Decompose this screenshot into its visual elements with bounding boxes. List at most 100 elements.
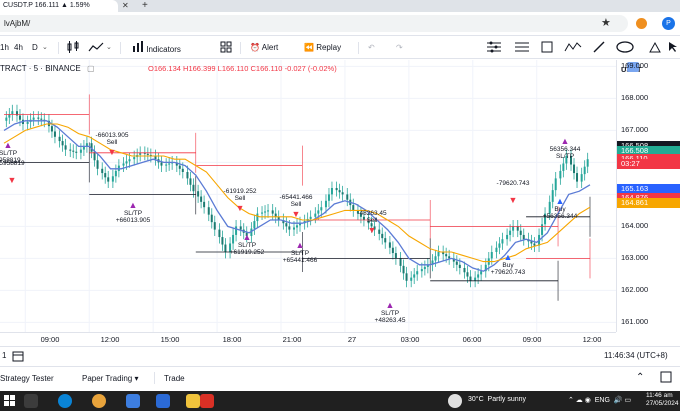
trade-annotation-sell[interactable]: -61919.252 Sell (224, 188, 257, 202)
goto-date-icon[interactable] (12, 350, 24, 364)
sell-arrow-icon[interactable]: ▼ (8, 176, 17, 185)
pattern-icon[interactable] (564, 41, 582, 58)
buy-arrow-icon[interactable]: ▲ (296, 241, 305, 250)
extension-icon[interactable] (636, 18, 647, 29)
candle-body (506, 234, 509, 240)
collapse-panel-icon[interactable]: ⌃ (636, 372, 644, 383)
indicators-icon (132, 41, 146, 54)
candle-body (445, 254, 448, 257)
indicators-button[interactable]: Indicators (132, 41, 181, 57)
price-axis[interactable]: USDT 169.000168.000167.000166.000165.000… (616, 60, 680, 332)
candle-body (104, 173, 107, 178)
app-icon[interactable] (126, 394, 140, 408)
file-explorer-icon[interactable] (186, 394, 200, 408)
buy-arrow-icon[interactable]: ▲ (4, 141, 13, 150)
candle-body (469, 276, 472, 281)
layouts-grid-icon[interactable] (220, 41, 232, 58)
sell-arrow-icon[interactable]: ▼ (108, 148, 117, 157)
tab-close-icon[interactable]: ✕ (122, 0, 129, 11)
browser-tab[interactable]: CUSDT.P 166.111 ▲ 1.59% (0, 0, 118, 12)
chart-bottom-bar: 1 11:46:34 (UTC+8) (0, 346, 680, 366)
trade-annotation-sell[interactable]: -66013.905 Sell (96, 132, 129, 146)
candle-body (40, 118, 43, 120)
sell-arrow-icon[interactable]: ▼ (236, 204, 245, 213)
trade-annotation-tp[interactable]: 56356.344 SL/TP (550, 146, 581, 160)
high-value: H166.399 (183, 64, 216, 73)
undo-icon[interactable]: ↶ (368, 41, 375, 55)
rectangle-icon[interactable] (540, 41, 554, 58)
menu-lines-icon[interactable] (486, 41, 502, 58)
sell-arrow-icon[interactable]: ▼ (368, 226, 377, 235)
chevron-down-icon[interactable]: ⌄ (42, 41, 48, 55)
weather-icon[interactable] (448, 394, 462, 408)
trade-annotation-tp[interactable]: SL/TP +61919.252 (230, 242, 265, 256)
brush-icon[interactable] (592, 41, 606, 58)
trade-annotation-buy[interactable]: Buy +79620.743 (491, 262, 526, 276)
buy-arrow-icon[interactable]: ▲ (243, 233, 252, 242)
trade-annotation-sell[interactable]: -79620.743 (497, 180, 530, 187)
profile-avatar[interactable]: P (662, 17, 675, 30)
candle-body (490, 252, 493, 259)
taskbar-clock[interactable]: 11:46 am 27/05/2024 (646, 392, 679, 408)
fib-levels-icon[interactable] (514, 41, 530, 58)
alert-label: Alert (261, 43, 279, 52)
sell-arrow-icon[interactable]: ▼ (509, 196, 518, 205)
tab-trade[interactable]: Trade (164, 374, 185, 383)
trade-annotation-buy[interactable]: Buy +56356.344 (543, 206, 578, 220)
tab-strategy-tester[interactable]: Strategy Tester (0, 374, 54, 383)
address-bar[interactable]: lvAjbM/ ★ (0, 15, 628, 32)
app-icon[interactable] (156, 394, 170, 408)
time-axis[interactable]: 09:00 12:00 15:00 18:00 21:00 27 03:00 06:00 09:… (0, 332, 616, 346)
trade-annotation-tp[interactable]: SL/TP +48263.45 (375, 310, 406, 324)
candle-body (64, 145, 67, 150)
trade-annotation-tp[interactable]: SL/TP +66013.905 (116, 210, 151, 224)
buy-arrow-icon[interactable]: ▲ (561, 137, 570, 146)
tab-paper-trading[interactable]: Paper Trading ▾ (82, 374, 139, 383)
symbol-title[interactable]: TRACT · 5 · BINANCE (0, 64, 81, 73)
clock-timezone[interactable]: 11:46:34 (UTC+8) (604, 351, 668, 360)
weather-text[interactable]: 30°C Partly sunny (468, 396, 526, 403)
buy-arrow-icon[interactable]: ▲ (556, 197, 565, 206)
candle-body (423, 266, 426, 270)
interval-1h[interactable]: 1h (0, 41, 9, 55)
candle-body (296, 225, 298, 228)
bookmark-star-icon[interactable]: ★ (601, 17, 611, 30)
interval-4h[interactable]: 4h (14, 41, 23, 55)
search-icon[interactable] (24, 394, 38, 408)
triangle-icon[interactable] (648, 41, 662, 58)
browser-tab-strip: CUSDT.P 166.111 ▲ 1.59% ✕ + (0, 0, 680, 12)
trade-annotation-sell[interactable]: 5958819 (0, 160, 25, 167)
system-tray-icons[interactable]: ⌃ ☁ ◉ ENG 🔊 ▭ (568, 396, 631, 404)
cursor-icon[interactable] (668, 41, 678, 58)
app-icon[interactable] (200, 394, 214, 408)
trade-annotation-sell[interactable]: -65441.466 Sell (280, 194, 313, 208)
buy-arrow-icon[interactable]: ▲ (129, 201, 138, 210)
toolbar-divider (58, 42, 59, 54)
bottom-panel-tabs: Strategy Tester Paper Trading ▾ Trade ⌃ (0, 366, 680, 390)
maximize-panel-icon[interactable] (660, 371, 672, 385)
candle-body (15, 111, 18, 116)
chrome-icon[interactable] (92, 394, 106, 408)
candles-icon[interactable] (66, 41, 80, 58)
time-tick: 27 (347, 335, 357, 344)
chart-canvas[interactable]: -66013.905 Sell ▼ SL/TP +66013.905 ▲ -61919.25… (0, 60, 616, 332)
line-chart-icon[interactable] (88, 41, 104, 58)
buy-arrow-icon[interactable]: ▲ (504, 253, 513, 262)
new-tab-icon[interactable]: + (142, 0, 148, 11)
trade-annotation-sell[interactable]: -48263.45 Sell (357, 210, 386, 224)
ellipse-icon[interactable] (616, 41, 634, 58)
chevron-down-icon[interactable]: ⌄ (106, 41, 112, 55)
sell-arrow-icon[interactable]: ▼ (292, 210, 301, 219)
redo-icon[interactable]: ↷ (396, 41, 403, 55)
edge-browser-icon[interactable] (58, 394, 72, 408)
legend-settings-icon[interactable]: ▢ (87, 64, 95, 73)
interval-d[interactable]: D (32, 41, 38, 55)
alert-button[interactable]: ⏰ Alert (250, 41, 278, 55)
replay-button[interactable]: ⏪ Replay (304, 41, 341, 55)
buy-arrow-icon[interactable]: ▲ (386, 301, 395, 310)
candle-body (203, 201, 206, 208)
trade-annotation-tp[interactable]: SL/TP +65441.466 (283, 250, 318, 264)
date-range-selector[interactable]: 1 (2, 351, 6, 360)
windows-start-icon[interactable] (4, 395, 16, 409)
candle-body (309, 216, 312, 219)
